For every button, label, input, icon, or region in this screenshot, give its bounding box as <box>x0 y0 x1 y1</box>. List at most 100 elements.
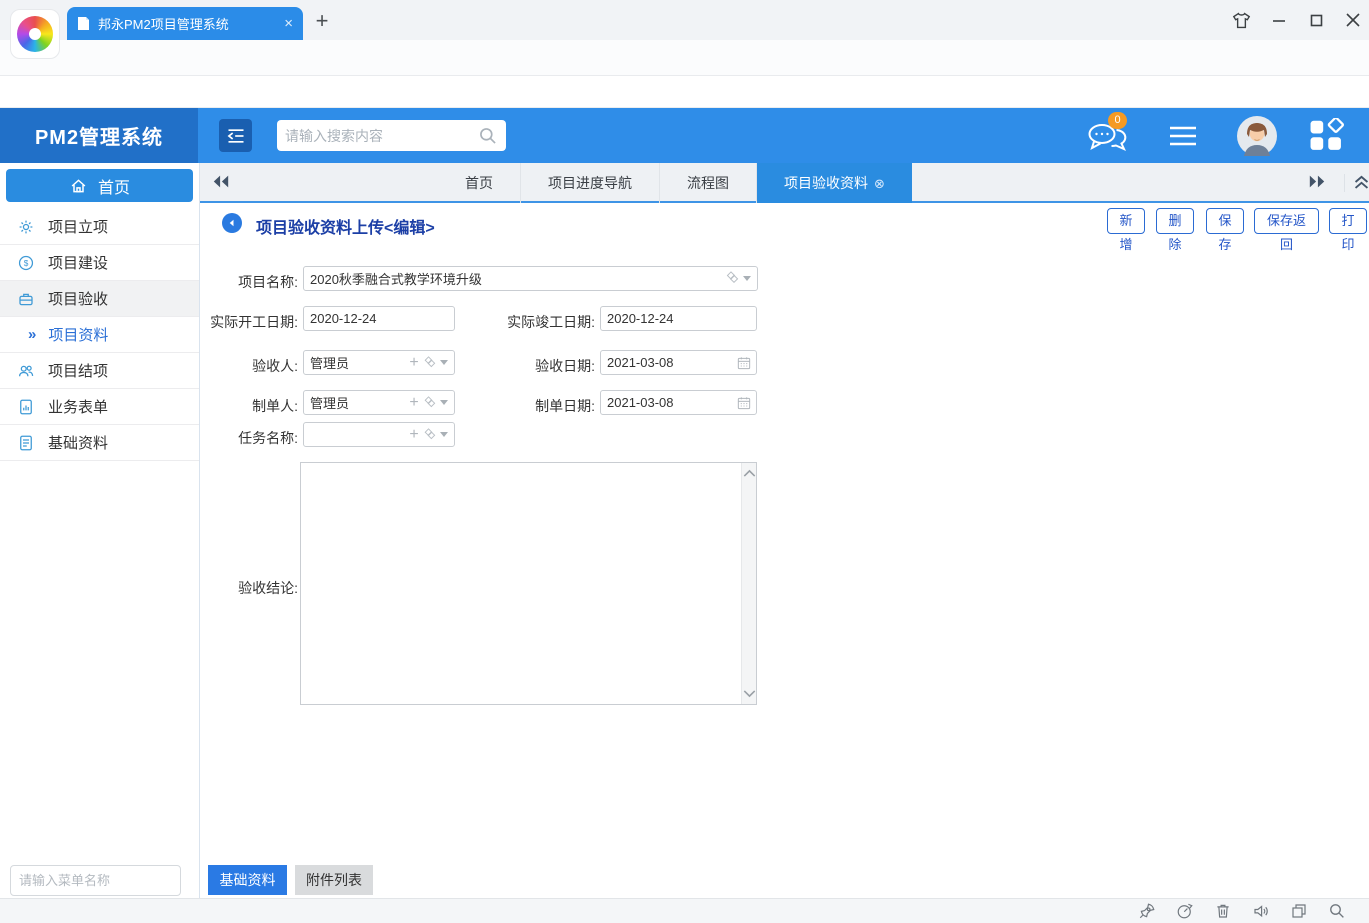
actual-end-input[interactable] <box>600 306 757 331</box>
dropdown-caret-icon[interactable] <box>440 432 448 437</box>
add-person-icon[interactable]: + <box>406 396 422 410</box>
maximize-button[interactable] <box>1303 8 1329 32</box>
boost-rocket-icon[interactable] <box>1138 902 1158 922</box>
actual-start-input[interactable] <box>303 306 455 331</box>
user-avatar[interactable] <box>1237 116 1277 156</box>
global-search-input[interactable] <box>285 128 478 144</box>
hamburger-icon <box>1168 125 1198 147</box>
chevrons-right-icon: » <box>28 326 36 343</box>
acceptor-combo[interactable]: + <box>303 350 455 375</box>
speed-mode-icon[interactable] <box>1176 902 1196 922</box>
tabs-scroll-left-icon[interactable] <box>212 174 234 192</box>
tabs-collapse-up-icon[interactable] <box>1344 174 1369 192</box>
browser-logo[interactable] <box>10 9 60 59</box>
make-date-input[interactable] <box>601 395 736 410</box>
skin-theme-icon[interactable] <box>1228 8 1254 32</box>
calendar-icon[interactable] <box>736 395 752 411</box>
collapse-menu-icon <box>226 126 246 146</box>
scroll-down-icon[interactable] <box>743 689 756 698</box>
sidebar-item-label: 项目立项 <box>48 216 108 237</box>
sidebar-item-label: 项目结项 <box>48 360 108 381</box>
project-name-label: 项目名称: <box>178 272 298 292</box>
project-name-combo[interactable] <box>303 266 758 291</box>
app-brand: PM2管理系统 <box>0 108 198 163</box>
acceptor-input[interactable] <box>304 355 406 370</box>
sidebar-collapse-button[interactable] <box>219 119 252 152</box>
find-on-page-icon[interactable] <box>1328 902 1348 922</box>
gear-icon <box>16 218 36 236</box>
menu-search-input[interactable] <box>19 873 195 888</box>
menu-search-box[interactable] <box>10 865 181 896</box>
textarea-scrollbar[interactable] <box>741 463 756 704</box>
actual-end-label: 实际竣工日期: <box>475 312 595 332</box>
task-name-input[interactable] <box>304 427 406 442</box>
conclusion-textarea[interactable] <box>301 463 741 704</box>
task-name-label: 任务名称: <box>178 428 298 448</box>
apps-grid-icon <box>1308 118 1346 154</box>
search-icon[interactable] <box>478 126 498 146</box>
back-button[interactable] <box>222 213 242 233</box>
windows-pages-icon[interactable] <box>1290 902 1310 922</box>
clear-selection-icon[interactable] <box>422 396 436 410</box>
sidebar-item-label: 业务表单 <box>48 396 108 417</box>
add-person-icon[interactable]: + <box>406 356 422 370</box>
sidebar-item-base-data[interactable]: 基础资料 <box>0 425 199 461</box>
work-tab-home[interactable]: 首页 <box>438 163 521 203</box>
apps-grid-button[interactable] <box>1308 118 1346 154</box>
accept-date-picker[interactable] <box>600 350 757 375</box>
work-tab-progress-nav[interactable]: 项目进度导航 <box>521 163 660 203</box>
dropdown-caret-icon[interactable] <box>440 360 448 365</box>
delete-button[interactable]: 删除 <box>1156 208 1194 234</box>
bottom-tab-attachments[interactable]: 附件列表 <box>295 865 373 895</box>
sidebar-item-home[interactable]: 首页 <box>6 169 193 202</box>
bookmarks-bar: 收藏栏 百度 Axure中继 清华审计演 a Axure 内联 <box>0 76 1369 108</box>
header-menu-button[interactable] <box>1168 125 1198 147</box>
new-tab-button[interactable]: + <box>310 8 334 34</box>
sidebar-home-label: 首页 <box>98 174 130 198</box>
volume-icon[interactable] <box>1252 902 1272 922</box>
clear-selection-icon[interactable] <box>422 428 436 442</box>
accept-date-input[interactable] <box>601 355 736 370</box>
clear-selection-icon[interactable] <box>422 356 436 370</box>
project-name-input[interactable] <box>304 271 724 286</box>
minimize-button[interactable] <box>1266 8 1292 32</box>
add-task-icon[interactable]: + <box>406 428 422 442</box>
work-tab-label: 项目验收资料 <box>784 175 868 191</box>
browser-titlebar: 邦永PM2项目管理系统 × + <box>0 0 1369 40</box>
maker-combo[interactable]: + <box>303 390 455 415</box>
tab-close-circle-icon[interactable]: ⊗ <box>874 176 885 191</box>
work-tab-acceptance-docs[interactable]: 项目验收资料 ⊗ <box>757 163 912 203</box>
browser-window: 邦永PM2项目管理系统 × + http://192.168.1.120:999… <box>0 0 1369 923</box>
add-button[interactable]: 新增 <box>1107 208 1145 234</box>
browser-tab[interactable]: 邦永PM2项目管理系统 × <box>67 7 303 40</box>
tabs-scroll-right-icon[interactable] <box>1308 174 1330 192</box>
conclusion-textarea-wrap <box>300 462 757 705</box>
trash-icon[interactable] <box>1214 902 1234 922</box>
sidebar-item-project-closure[interactable]: 项目结项 <box>0 353 199 389</box>
work-tab-label: 首页 <box>465 175 493 191</box>
dropdown-caret-icon[interactable] <box>440 400 448 405</box>
save-button[interactable]: 保存 <box>1206 208 1244 234</box>
save-return-button[interactable]: 保存返回 <box>1254 208 1319 234</box>
people-icon <box>16 362 36 380</box>
dropdown-caret-icon[interactable] <box>743 276 751 281</box>
sidebar-item-project-construction[interactable]: $ 项目建设 <box>0 245 199 281</box>
scroll-up-icon[interactable] <box>743 469 756 478</box>
sidebar-item-label: 项目验收 <box>48 288 108 309</box>
maker-input[interactable] <box>304 395 406 410</box>
close-window-button[interactable] <box>1340 8 1366 32</box>
work-tab-flowchart[interactable]: 流程图 <box>660 163 757 203</box>
sidebar-item-project-initiation[interactable]: 项目立项 <box>0 209 199 245</box>
global-search-box[interactable] <box>277 120 506 151</box>
calendar-icon[interactable] <box>736 355 752 371</box>
sidebar-item-business-forms[interactable]: 业务表单 <box>0 389 199 425</box>
bottom-tab-base-data[interactable]: 基础资料 <box>208 865 287 895</box>
task-name-combo[interactable]: + <box>303 422 455 447</box>
sidebar-item-project-documents[interactable]: » 项目资料 <box>0 317 199 353</box>
make-date-picker[interactable] <box>600 390 757 415</box>
tab-close-icon[interactable]: × <box>284 15 293 32</box>
print-button[interactable]: 打印 <box>1329 208 1367 234</box>
clear-selection-icon[interactable] <box>724 271 739 286</box>
document-chart-icon <box>16 398 36 416</box>
sidebar-item-project-acceptance[interactable]: 项目验收 <box>0 281 199 317</box>
